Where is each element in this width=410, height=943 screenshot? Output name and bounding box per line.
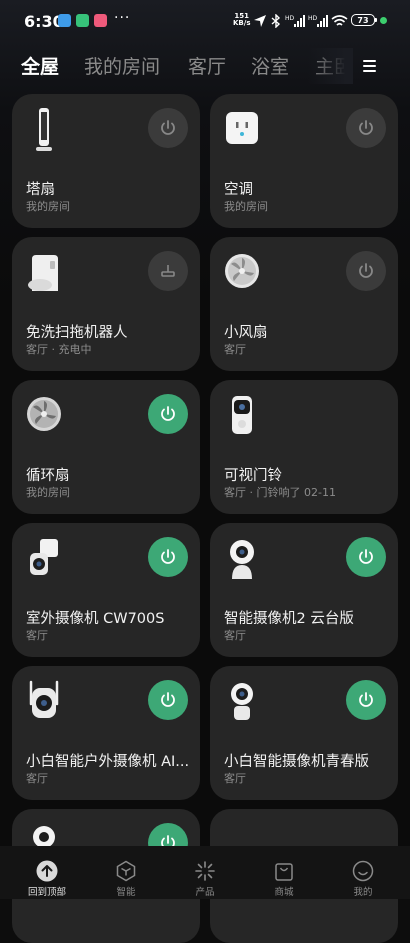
device-room: 客厅 · 充电中 — [26, 343, 92, 356]
nav-label: 回到顶部 — [27, 887, 66, 898]
nav-mall[interactable]: 商城 — [243, 846, 325, 899]
net-speed: 151 KB/s — [233, 13, 250, 27]
device-room: 客厅 — [224, 772, 246, 785]
power-icon — [359, 120, 373, 135]
power-toggle[interactable] — [346, 251, 386, 291]
power-icon — [161, 549, 175, 564]
arrow-up-icon — [36, 860, 58, 882]
room-tabs: 全屋 我的房间 客厅 浴室 主卧 — [0, 48, 410, 84]
wifi-icon — [331, 15, 348, 26]
device-name: 小风扇 — [224, 325, 268, 341]
nav-label: 商城 — [274, 887, 294, 898]
signal-hd-2-icon: HD — [308, 15, 328, 27]
bottom-nav: 回到顶部 智能 产品 商城 我的 — [0, 846, 410, 899]
device-room: 客厅 — [26, 629, 48, 642]
device-card-doorbell[interactable]: 可视门铃 客厅 · 门铃响了 02-11 — [210, 380, 398, 514]
tab-my-room[interactable]: 我的房间 — [84, 52, 160, 79]
nav-label: 我的 — [353, 887, 373, 898]
device-room: 客厅 — [224, 343, 246, 356]
nav-smart[interactable]: 智能 — [85, 846, 167, 899]
weather-app-icon — [58, 14, 71, 27]
nav-profile[interactable]: 我的 — [322, 846, 404, 899]
device-name: 免洗扫拖机器人 — [26, 325, 128, 341]
tab-fade — [308, 48, 353, 84]
device-card-outdoor-ai-camera[interactable]: 小白智能户外摄像机 AI... 客厅 — [12, 666, 200, 800]
device-room: 客厅 — [224, 629, 246, 642]
battery-indicator: 73 — [351, 14, 375, 26]
device-card-robot-vacuum[interactable]: 免洗扫拖机器人 客厅 · 充电中 — [12, 237, 200, 371]
power-icon — [161, 120, 175, 135]
nav-back-to-top[interactable]: 回到顶部 — [6, 846, 88, 899]
desk-fan-icon — [225, 254, 259, 288]
outdoor-ai-camera-icon — [29, 680, 59, 718]
tab-bathroom[interactable]: 浴室 — [251, 52, 289, 79]
charging-dot-icon — [380, 17, 387, 24]
power-toggle[interactable] — [346, 537, 386, 577]
tab-living-room[interactable]: 客厅 — [188, 52, 226, 79]
nav-label: 智能 — [116, 887, 136, 898]
power-toggle[interactable] — [148, 108, 188, 148]
device-room: 我的房间 — [26, 486, 70, 499]
device-name: 可视门铃 — [224, 468, 282, 484]
robot-vacuum-icon — [28, 255, 58, 291]
tab-whole-house[interactable]: 全屋 — [21, 52, 59, 79]
device-room: 我的房间 — [224, 200, 268, 213]
device-card-circulator-fan[interactable]: 循环扇 我的房间 — [12, 380, 200, 514]
device-card-tower-fan[interactable]: 塔扇 我的房间 — [12, 94, 200, 228]
ac-companion-icon — [226, 112, 258, 144]
power-toggle[interactable] — [346, 680, 386, 720]
power-icon — [359, 549, 373, 564]
device-card-outdoor-camera[interactable]: 室外摄像机 CW700S 客厅 — [12, 523, 200, 657]
device-name: 室外摄像机 CW700S — [26, 611, 165, 627]
device-name: 空调 — [224, 182, 253, 198]
device-card-youth-camera[interactable]: 小白智能摄像机青春版 客厅 — [210, 666, 398, 800]
power-toggle[interactable] — [148, 680, 188, 720]
power-icon — [161, 692, 175, 707]
signal-hd-1-icon: HD — [285, 15, 305, 27]
device-room: 客厅 · 门铃响了 02-11 — [224, 486, 336, 499]
device-name: 小白智能摄像机青春版 — [224, 754, 369, 770]
power-toggle[interactable] — [346, 108, 386, 148]
wechat-app-icon — [76, 14, 89, 27]
power-icon — [359, 692, 373, 707]
svg-text:HD: HD — [308, 15, 318, 22]
bluetooth-icon — [271, 14, 281, 28]
dock-button[interactable] — [148, 251, 188, 291]
device-name: 小白智能户外摄像机 AI... — [26, 754, 190, 770]
device-name: 循环扇 — [26, 468, 70, 484]
power-icon — [359, 263, 373, 278]
power-icon — [161, 406, 175, 421]
dock-icon — [161, 265, 175, 277]
power-toggle[interactable] — [148, 537, 188, 577]
device-card-small-fan[interactable]: 小风扇 客厅 — [210, 237, 398, 371]
profile-smile-icon — [352, 860, 374, 882]
smart-cube-icon — [116, 860, 136, 882]
device-card-ptz-camera[interactable]: 智能摄像机2 云台版 客厅 — [210, 523, 398, 657]
device-name: 塔扇 — [26, 182, 55, 198]
nav-products[interactable]: 产品 — [164, 846, 246, 899]
net-speed-unit: KB/s — [233, 19, 251, 27]
shopping-bag-icon — [275, 863, 293, 881]
status-bar: 6:30 ··· 151 KB/s HD HD 73 — [0, 0, 410, 42]
more-notifications-icon: ··· — [114, 10, 131, 26]
nav-label: 产品 — [195, 887, 215, 898]
tower-fan-icon — [36, 108, 52, 151]
outdoor-camera-icon — [30, 539, 58, 575]
device-card-ac[interactable]: 空调 我的房间 — [210, 94, 398, 228]
device-name: 智能摄像机2 云台版 — [224, 611, 354, 627]
product-spark-icon — [195, 861, 215, 881]
svg-text:HD: HD — [285, 15, 295, 22]
battery-tip — [375, 18, 377, 22]
youth-camera-icon — [231, 683, 253, 720]
power-toggle[interactable] — [148, 394, 188, 434]
shopping-app-icon — [94, 14, 107, 27]
device-room: 客厅 — [26, 772, 48, 785]
doorbell-icon — [232, 396, 252, 434]
circulator-fan-icon — [27, 397, 61, 431]
menu-button[interactable] — [356, 54, 384, 78]
location-icon — [254, 15, 266, 27]
device-room: 我的房间 — [26, 200, 70, 213]
ptz-camera-icon — [230, 540, 254, 579]
